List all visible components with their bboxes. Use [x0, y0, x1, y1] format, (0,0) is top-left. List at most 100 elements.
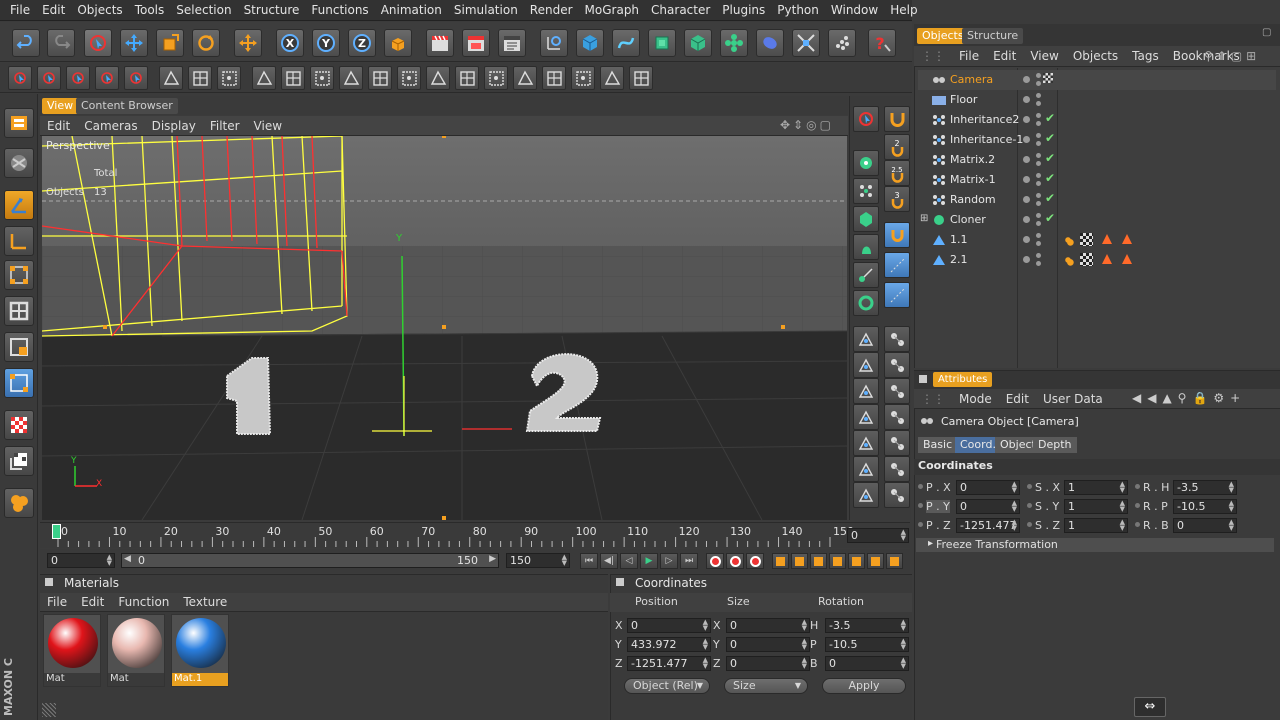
palette-tool-right-5[interactable]	[884, 430, 910, 456]
palette-dots-button-1[interactable]	[884, 252, 910, 278]
attr-field[interactable]: -3.5 ▲ ▼	[1173, 480, 1237, 495]
menu-character[interactable]: Character	[645, 3, 716, 17]
attr-radio[interactable]	[1027, 522, 1032, 527]
visibility-dot[interactable]	[1023, 156, 1030, 163]
menu-mograph[interactable]: MoGraph	[579, 3, 646, 17]
palette-mograph-button-2[interactable]	[853, 178, 879, 204]
coord-r-field[interactable]: -3.5 ▲ ▼	[825, 618, 909, 633]
visibility-dot[interactable]	[1023, 176, 1030, 183]
go-to-end-button[interactable]: ⏭	[680, 553, 698, 569]
camera-tag-icon[interactable]	[1043, 73, 1053, 83]
coord-field-spinner[interactable]: ▲ ▼	[802, 638, 807, 651]
position-track-button[interactable]	[772, 553, 789, 569]
material-tag-icon-2[interactable]	[1122, 234, 1132, 244]
object-row[interactable]: Matrix-1 ✔	[918, 170, 1276, 190]
material-tag-icon-2[interactable]	[1122, 254, 1132, 264]
render-dot[interactable]	[1036, 113, 1041, 118]
viewport-menu-view[interactable]: View	[247, 119, 289, 133]
render-dot[interactable]	[1036, 233, 1041, 238]
menu-help[interactable]: Help	[884, 3, 923, 17]
spline-pen-button[interactable]	[612, 29, 640, 57]
attr-field[interactable]: 1 ▲ ▼	[1064, 480, 1128, 495]
visibility-dot[interactable]	[1023, 216, 1030, 223]
attr-field-spinner[interactable]: ▲ ▼	[1229, 481, 1234, 494]
sculpt-button[interactable]	[4, 488, 34, 518]
range-right-arrow[interactable]: ▶	[489, 554, 496, 564]
z-axis-lock-button[interactable]: Z	[348, 29, 376, 57]
palette-dots-button-2[interactable]	[884, 282, 910, 308]
attr-field-spinner[interactable]: ▲ ▼	[1120, 500, 1125, 513]
attr-menu-user-data[interactable]: User Data	[1036, 392, 1110, 406]
palette-tool-left-2[interactable]	[853, 352, 879, 378]
palette-mograph-button-4[interactable]	[853, 234, 879, 260]
recent-tool-button[interactable]	[234, 29, 262, 57]
grid-small-button[interactable]	[281, 66, 305, 90]
enable-snap-button[interactable]	[4, 410, 34, 440]
render-dot-2[interactable]	[1036, 261, 1041, 266]
visibility-dot[interactable]	[1023, 196, 1030, 203]
phong-break-button[interactable]	[217, 66, 241, 90]
menu-simulation[interactable]: Simulation	[448, 3, 524, 17]
menu-render[interactable]: Render	[524, 3, 579, 17]
palette-tool-right-1[interactable]	[884, 326, 910, 352]
attr-menu-edit[interactable]: Edit	[999, 392, 1036, 406]
menu-functions[interactable]: Functions	[305, 3, 374, 17]
coord-s-field[interactable]: 0 ▲ ▼	[726, 637, 810, 652]
extrude-button[interactable]	[368, 66, 392, 90]
render-dot[interactable]	[1036, 93, 1041, 98]
render-dot-2[interactable]	[1036, 241, 1041, 246]
object-row[interactable]: Inheritance-1 ✔	[918, 130, 1276, 150]
live-selection-button[interactable]	[84, 29, 112, 57]
coord-r-field[interactable]: 0 ▲ ▼	[825, 656, 909, 671]
bridge-button[interactable]	[339, 66, 363, 90]
undo-button[interactable]	[12, 29, 40, 57]
coord-field-spinner[interactable]: ▲ ▼	[901, 619, 906, 632]
attr-radio[interactable]	[1027, 484, 1032, 489]
attr-field-spinner[interactable]: ▲ ▼	[1229, 519, 1234, 532]
attr-radio[interactable]	[1135, 503, 1140, 508]
coord-field-spinner[interactable]: ▲ ▼	[703, 657, 708, 670]
enabled-check-icon[interactable]: ✔	[1045, 211, 1055, 225]
deformer-button[interactable]	[756, 29, 784, 57]
play-button[interactable]: ▶	[640, 553, 658, 569]
coord-r-field[interactable]: -10.5 ▲ ▼	[825, 637, 909, 652]
render-picture-viewer-button[interactable]	[462, 29, 490, 57]
viewport-menu-cameras[interactable]: Cameras	[77, 119, 144, 133]
playhead[interactable]	[52, 524, 61, 539]
bevel-button[interactable]	[397, 66, 421, 90]
palette-tool-right-2[interactable]	[884, 352, 910, 378]
mograph-cloner-button[interactable]	[720, 29, 748, 57]
tab-objects[interactable]: Objects	[917, 28, 969, 44]
palette-tool-left-3[interactable]	[853, 378, 879, 404]
palette-mograph-button-5[interactable]	[853, 262, 879, 288]
apply-button[interactable]: Apply	[822, 678, 906, 694]
timeline-grip-button[interactable]	[886, 553, 903, 569]
coord-p-field[interactable]: -1251.477 ▲ ▼	[627, 656, 711, 671]
keyframe-selection-button[interactable]	[746, 553, 764, 569]
object-row[interactable]: 2.1	[918, 250, 1276, 270]
brush-button[interactable]	[600, 66, 624, 90]
materials-menu-file[interactable]: File	[40, 595, 74, 609]
attr-radio[interactable]	[1135, 484, 1140, 489]
object-row[interactable]: Floor	[918, 90, 1276, 110]
attr-radio[interactable]	[918, 484, 923, 489]
rotation-track-button[interactable]	[810, 553, 827, 569]
attr-menu-mode[interactable]: Mode	[952, 392, 999, 406]
timeline-ruler[interactable]: 0 10 20 30 40 50 60 70 80 90 100 110 120 130 140 150	[40, 522, 910, 548]
render-dot-2[interactable]	[1036, 161, 1041, 166]
visibility-dot[interactable]	[1023, 116, 1030, 123]
enabled-check-icon[interactable]: ✔	[1045, 151, 1055, 165]
palette-tool-right-7[interactable]	[884, 482, 910, 508]
end-frame-field[interactable]: 150 ▲ ▼	[506, 553, 570, 568]
move-tool-button[interactable]	[120, 29, 148, 57]
palette-mograph-button-3[interactable]	[853, 206, 879, 232]
enabled-check-icon[interactable]: ✔	[1045, 191, 1055, 205]
attr-radio[interactable]	[1027, 503, 1032, 508]
attr-tab-depth[interactable]: Depth	[1033, 437, 1077, 453]
render-dot-2[interactable]	[1036, 101, 1041, 106]
visibility-dot[interactable]	[1023, 136, 1030, 143]
keyframe-mode-button[interactable]	[867, 553, 884, 569]
menu-edit[interactable]: Edit	[36, 3, 71, 17]
scale-track-button[interactable]	[791, 553, 808, 569]
coord-p-field[interactable]: 0 ▲ ▼	[627, 618, 711, 633]
